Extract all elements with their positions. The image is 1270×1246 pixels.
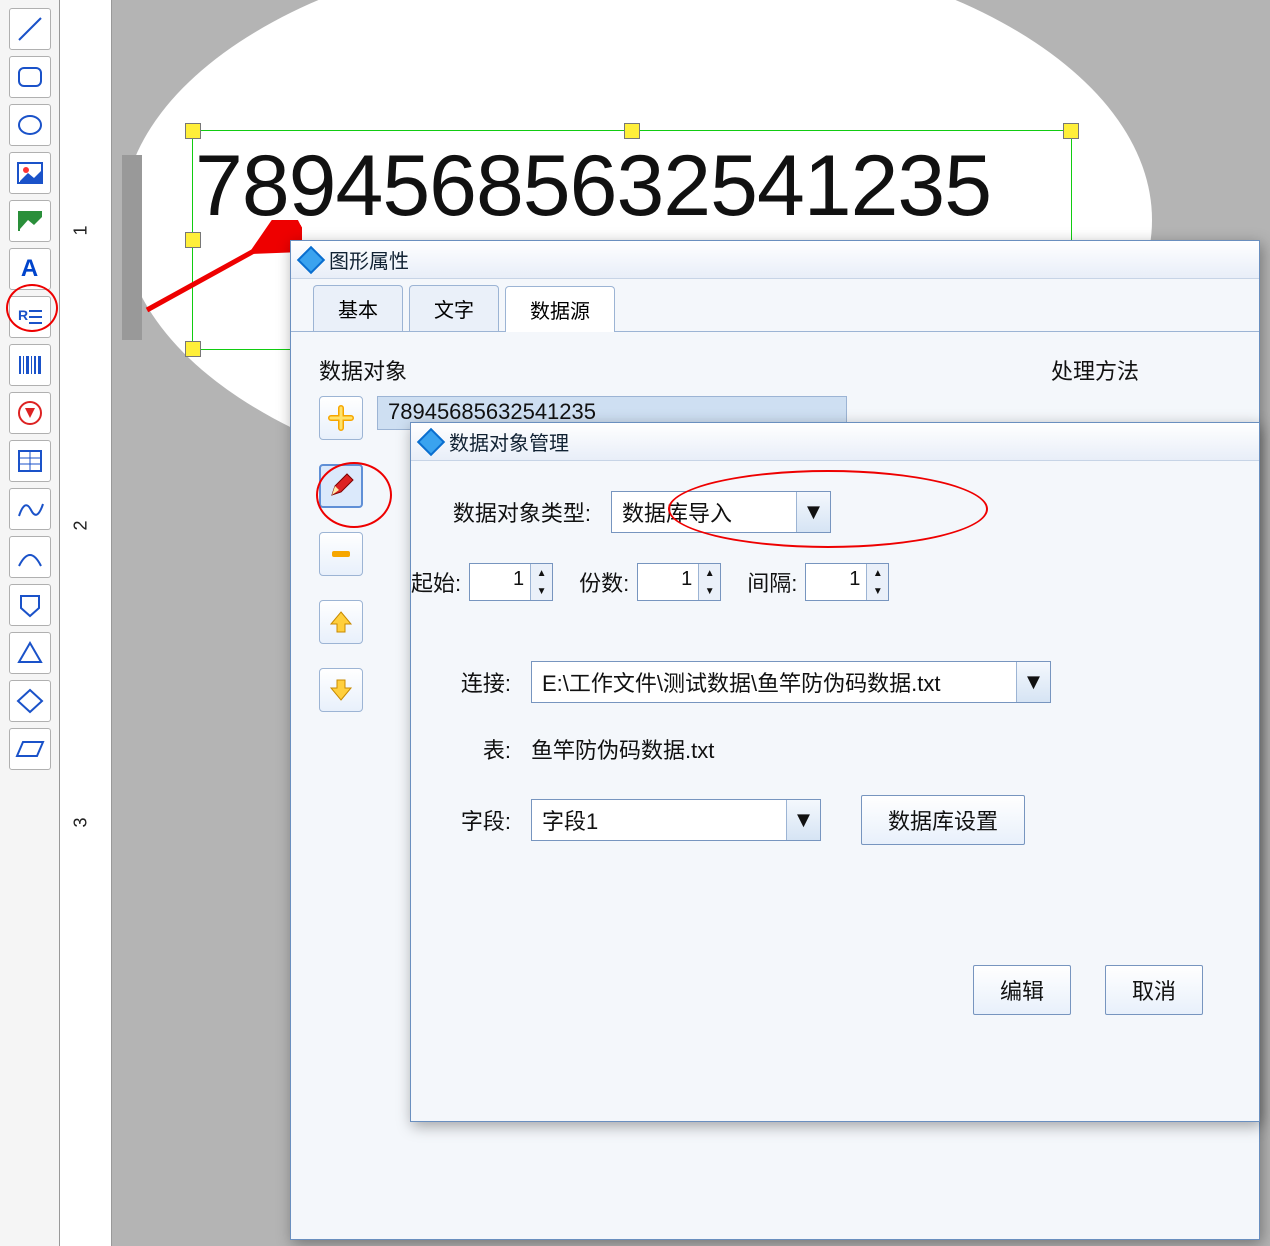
app-icon xyxy=(417,427,445,455)
connection-value: E:\工作文件\测试数据\鱼竿防伪码数据.txt xyxy=(532,666,1016,698)
ruler-mark: 1 xyxy=(71,225,92,235)
field-value: 字段1 xyxy=(532,804,786,836)
copies-input[interactable]: 1 ▲▼ xyxy=(637,563,721,601)
tab-text[interactable]: 文字 xyxy=(409,285,499,331)
tab-basic[interactable]: 基本 xyxy=(313,285,403,331)
connection-select[interactable]: E:\工作文件\测试数据\鱼竿防伪码数据.txt ▼ xyxy=(531,661,1051,703)
tool-polygon[interactable] xyxy=(9,584,51,626)
spin-up-icon[interactable]: ▲ xyxy=(699,564,720,582)
resize-handle-tm[interactable] xyxy=(624,123,640,139)
dialog2-title: 数据对象管理 xyxy=(449,427,569,456)
resize-handle-tl[interactable] xyxy=(185,123,201,139)
resize-handle-ml[interactable] xyxy=(185,232,201,248)
copies-label: 份数: xyxy=(579,566,629,598)
edit-data-button[interactable] xyxy=(319,464,363,508)
tool-rounded-rect[interactable] xyxy=(9,56,51,98)
ruler-mark: 3 xyxy=(71,817,92,827)
left-toolbar: A R xyxy=(0,0,60,1246)
interval-label: 间隔: xyxy=(747,566,797,598)
tool-triangle[interactable] xyxy=(9,632,51,674)
type-select[interactable]: 数据库导入 ▼ xyxy=(611,491,831,533)
process-method-label: 处理方法 xyxy=(1051,354,1231,386)
dialog1-title: 图形属性 xyxy=(329,245,409,274)
data-object-value: 78945685632541235 xyxy=(388,399,596,424)
field-label: 字段: xyxy=(451,804,521,836)
data-object-buttons xyxy=(319,396,363,712)
tool-arc[interactable] xyxy=(9,536,51,578)
remove-data-button[interactable] xyxy=(319,532,363,576)
resize-handle-tr[interactable] xyxy=(1063,123,1079,139)
tool-text[interactable]: A xyxy=(9,248,51,290)
text-icon: A xyxy=(21,255,38,283)
move-up-button[interactable] xyxy=(319,600,363,644)
ruler-mark: 2 xyxy=(71,520,92,530)
type-label: 数据对象类型: xyxy=(451,496,601,528)
tool-line[interactable] xyxy=(9,8,51,50)
start-label: 起始: xyxy=(411,566,461,598)
spin-up-icon[interactable]: ▲ xyxy=(867,564,888,582)
tool-barcode[interactable] xyxy=(9,344,51,386)
dialog1-tabs: 基本 文字 数据源 xyxy=(291,279,1259,332)
field-select[interactable]: 字段1 ▼ xyxy=(531,799,821,841)
move-down-button[interactable] xyxy=(319,668,363,712)
tool-image[interactable] xyxy=(9,152,51,194)
tool-diamond[interactable] xyxy=(9,680,51,722)
data-object-manage-dialog: 数据对象管理 数据对象类型: 数据库导入 ▼ 起始: 1 ▲▼ 份数: 1 xyxy=(410,422,1260,1122)
dropdown-icon: ▼ xyxy=(796,492,830,532)
resize-handle-bl[interactable] xyxy=(185,341,201,357)
tool-ellipse[interactable] xyxy=(9,104,51,146)
spin-down-icon[interactable]: ▼ xyxy=(699,582,720,600)
tab-data-source[interactable]: 数据源 xyxy=(505,286,615,332)
dropdown-icon: ▼ xyxy=(1016,662,1050,702)
canvas-edge xyxy=(122,155,142,340)
tool-table[interactable] xyxy=(9,440,51,482)
start-value: 1 xyxy=(470,564,530,600)
data-object-label: 数据对象 xyxy=(319,354,1011,386)
svg-text:R: R xyxy=(18,307,28,323)
dialog1-titlebar[interactable]: 图形属性 xyxy=(291,241,1259,279)
text-object-value: 78945685632541235 xyxy=(193,131,1071,241)
interval-input[interactable]: 1 ▲▼ xyxy=(805,563,889,601)
db-settings-button[interactable]: 数据库设置 xyxy=(861,795,1025,845)
spin-up-icon[interactable]: ▲ xyxy=(531,564,552,582)
app-icon xyxy=(297,245,325,273)
spin-down-icon[interactable]: ▼ xyxy=(867,582,888,600)
tool-picture[interactable] xyxy=(9,200,51,242)
cancel-button[interactable]: 取消 xyxy=(1105,965,1203,1015)
add-data-button[interactable] xyxy=(319,396,363,440)
spin-down-icon[interactable]: ▼ xyxy=(531,582,552,600)
table-value: 鱼竿防伪码数据.txt xyxy=(531,733,714,765)
dropdown-icon: ▼ xyxy=(786,800,820,840)
conn-label: 连接: xyxy=(451,666,521,698)
tool-parallelogram[interactable] xyxy=(9,728,51,770)
tool-richtext[interactable]: R xyxy=(9,296,51,338)
tool-curve[interactable] xyxy=(9,488,51,530)
vertical-ruler: 1 2 3 xyxy=(60,0,112,1246)
start-input[interactable]: 1 ▲▼ xyxy=(469,563,553,601)
interval-value: 1 xyxy=(806,564,866,600)
table-label: 表: xyxy=(451,733,521,765)
tool-datamatrix[interactable] xyxy=(9,392,51,434)
edit-button[interactable]: 编辑 xyxy=(973,965,1071,1015)
type-value: 数据库导入 xyxy=(612,496,796,528)
copies-value: 1 xyxy=(638,564,698,600)
dialog2-titlebar[interactable]: 数据对象管理 xyxy=(411,423,1259,461)
